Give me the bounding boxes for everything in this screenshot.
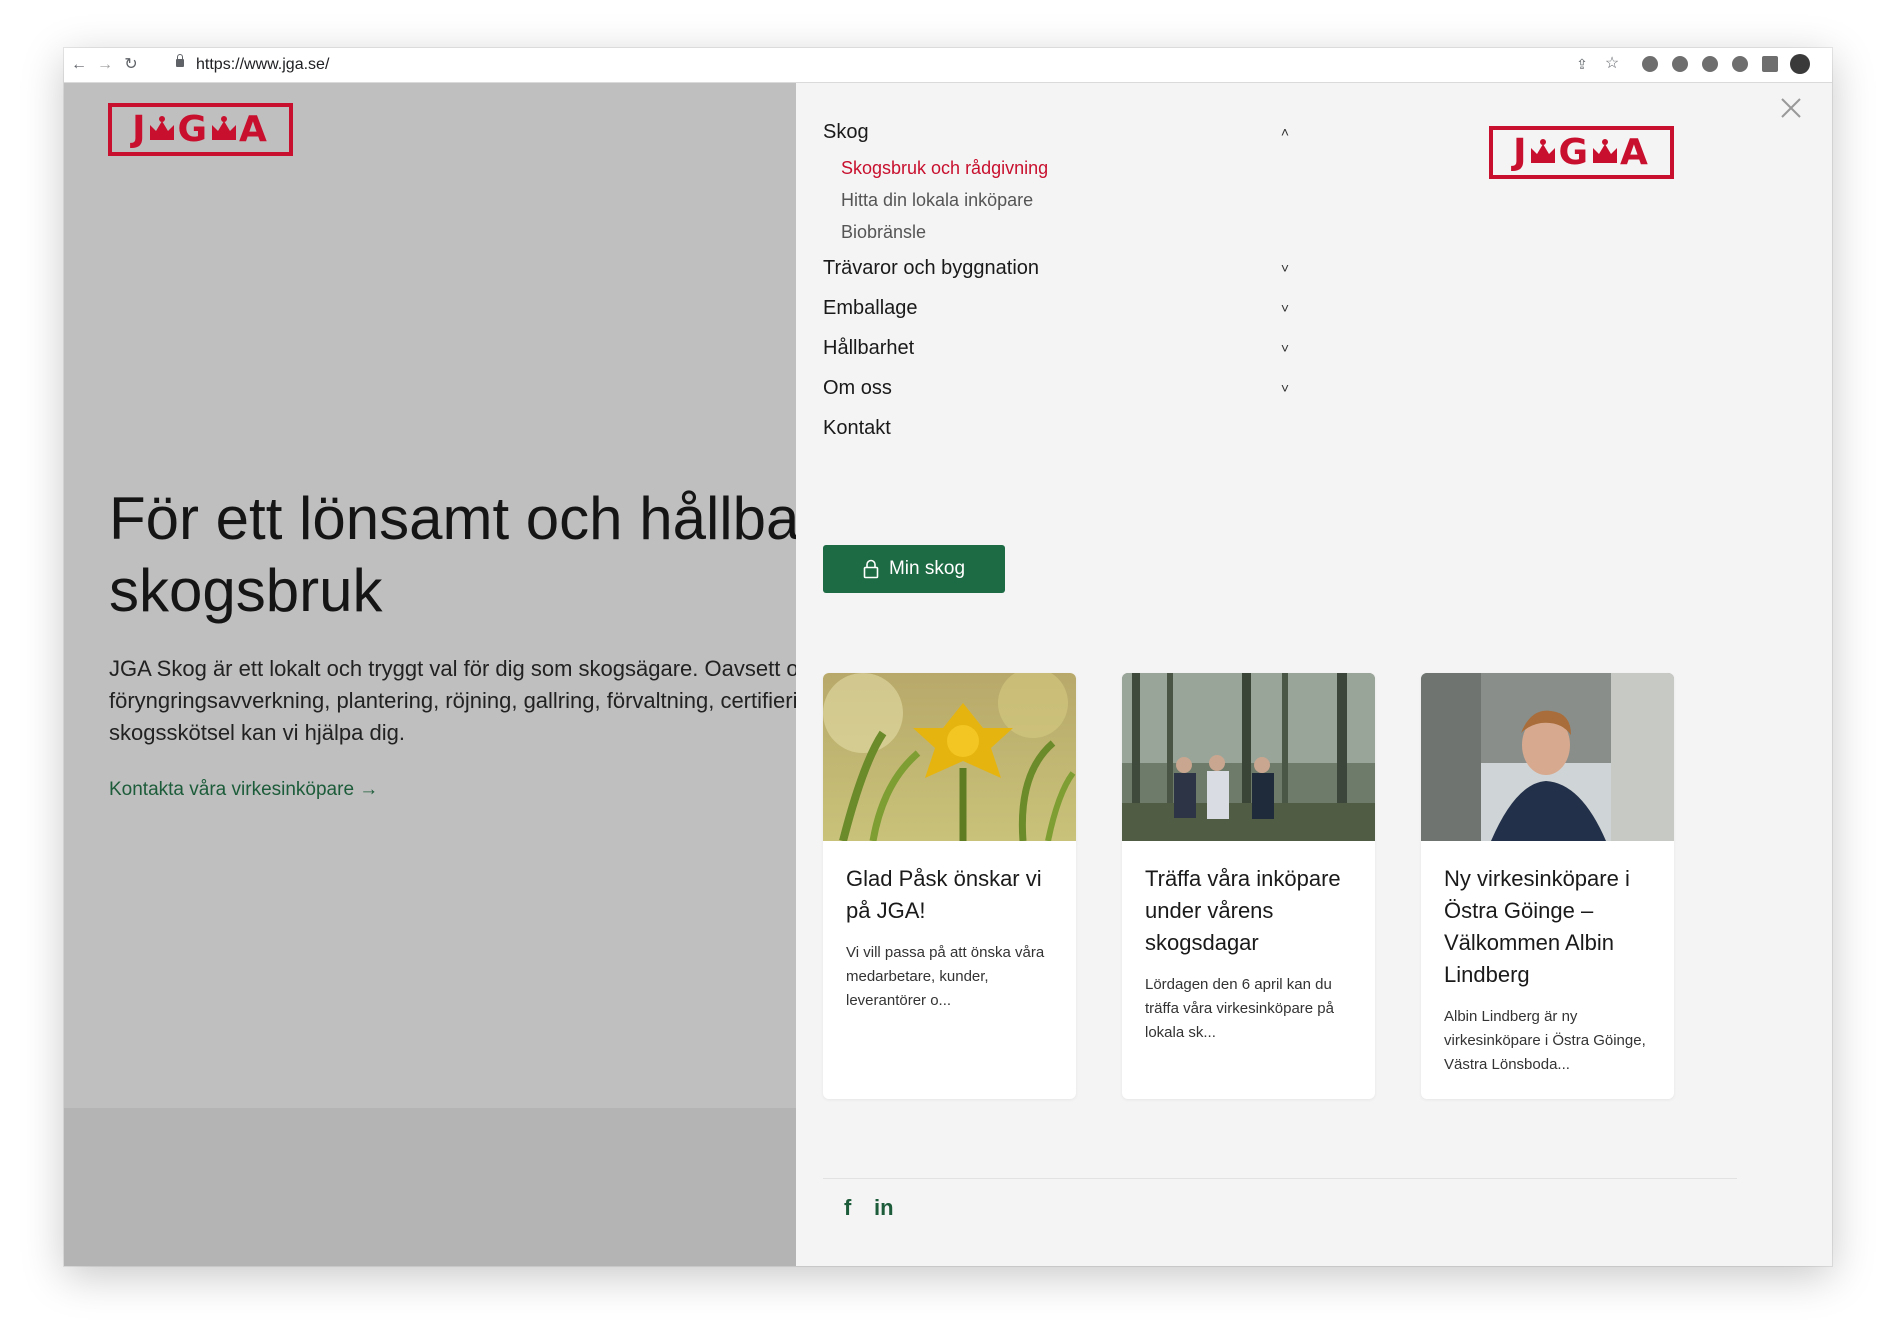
facebook-icon[interactable]: f [844,1195,851,1221]
card-excerpt: Albin Lindberg är ny virkesinköpare i Ös… [1444,1008,1646,1073]
close-icon[interactable] [1780,97,1802,119]
nav-item-travaror[interactable]: Trävaror och byggnation ˅ [823,248,1289,288]
extension-icon[interactable] [1702,56,1718,72]
submenu-item-biobransle[interactable]: Biobränsle [841,216,1289,248]
nav-label: Hållbarhet [823,336,915,359]
nav-label: Kontakt [823,416,891,439]
hero-heading: För ett lönsamt och hållbart skogsbruk [109,485,796,624]
nav-item-kontakt[interactable]: Kontakt [823,408,1289,448]
nav-label: Emballage [823,296,918,319]
footer-divider [823,1178,1737,1179]
hero-text: JGA Skog är ett lokalt och tryggt val fö… [109,656,796,745]
skog-submenu: Skogsbruk och rådgivning Hitta din lokal… [823,152,1289,248]
min-skog-button[interactable]: Min skog [823,545,1005,593]
min-skog-label: Min skog [888,558,966,579]
address-bar[interactable]: https://www.jga.se/ [196,55,329,75]
page-background-dimmed: J G A För ett lönsamt och hållbart skogsb… [64,83,796,1266]
chevron-down-icon[interactable]: ˅ [1281,260,1289,276]
card-image-daffodil [823,673,1076,841]
card-excerpt: Vi vill passa på att önska våra medarbet… [846,944,1045,1009]
lock-icon [176,54,184,67]
nav-label: Trävaror och byggnation [823,256,1040,279]
jga-logo[interactable]: J G A [108,103,293,156]
back-icon[interactable]: ← [68,55,90,75]
card-image-forest-people [1122,673,1375,841]
card-title: Glad Påsk önskar vi på JGA! [846,866,1042,923]
chevron-down-icon[interactable]: ˅ [1281,340,1289,356]
profile-avatar[interactable] [1790,54,1810,74]
bookmark-star-icon[interactable]: ☆ [1604,56,1620,72]
nav-item-emballage[interactable]: Emballage ˅ [823,288,1289,328]
lock-icon [863,559,879,579]
chevron-down-icon[interactable]: ˅ [1281,380,1289,396]
news-card[interactable]: Glad Påsk önskar vi på JGA! Vi vill pass… [823,673,1076,1099]
chevron-up-icon[interactable]: ˄ [1281,124,1289,140]
extension-icon[interactable] [1732,56,1748,72]
nav-label: Skog [823,120,869,143]
page-bottom-band [64,1108,796,1266]
nav-item-hallbarhet[interactable]: Hållbarhet ˅ [823,328,1289,368]
hero-section: För ett lönsamt och hållbart skogsbruk JG… [109,483,796,801]
puzzle-extensions-icon[interactable] [1762,56,1778,72]
browser-toolbar: ← → ↻ https://www.jga.se/ ⇪ ☆ [64,48,1832,83]
news-card[interactable]: Ny virkesinköpare i Östra Göinge – Välko… [1421,673,1674,1099]
nav-label: Om oss [823,376,892,399]
chevron-down-icon[interactable]: ˅ [1281,300,1289,316]
reload-icon[interactable]: ↻ [120,55,142,75]
crown-icon [1528,132,1558,173]
card-title: Träffa våra inköpare under vårens skogsd… [1145,866,1341,955]
crown-icon [209,109,239,150]
card-title: Ny virkesinköpare i Östra Göinge – Välko… [1444,866,1630,987]
linkedin-icon[interactable]: in [874,1195,894,1221]
news-card[interactable]: Träffa våra inköpare under vårens skogsd… [1122,673,1375,1099]
submenu-item-skogsbruk[interactable]: Skogsbruk och rådgivning [841,152,1289,184]
forward-icon[interactable]: → [94,55,116,75]
submenu-item-inkopare[interactable]: Hitta din lokala inköpare [841,184,1289,216]
browser-window: ← → ↻ https://www.jga.se/ ⇪ ☆ J G A För … [64,48,1832,1266]
jga-logo-menu[interactable]: J G A [1489,126,1674,179]
extension-icon[interactable] [1672,56,1688,72]
page-content: J G A För ett lönsamt och hållbart skogsb… [64,83,796,1266]
contact-buyers-link[interactable]: Kontakta våra virkesinköpare → [109,779,378,801]
card-image-portrait [1421,673,1674,841]
crown-icon [147,109,177,150]
share-icon[interactable]: ⇪ [1574,56,1590,72]
crown-icon [1590,132,1620,173]
news-cards: Glad Påsk önskar vi på JGA! Vi vill pass… [823,673,1674,1099]
card-excerpt: Lördagen den 6 april kan du träffa våra … [1145,976,1334,1041]
main-navigation: Skog ˄ Skogsbruk och rådgivning Hitta di… [823,112,1289,448]
extension-icon[interactable] [1642,56,1658,72]
nav-item-skog[interactable]: Skog ˄ [823,112,1289,152]
nav-item-om-oss[interactable]: Om oss ˅ [823,368,1289,408]
